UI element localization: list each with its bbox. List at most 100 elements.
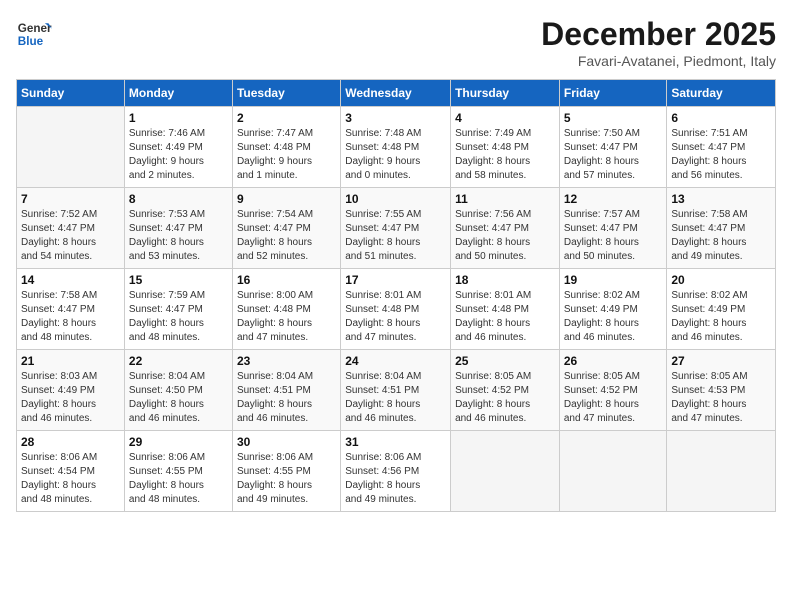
calendar-cell: 21 Sunrise: 8:03 AM Sunset: 4:49 PM Dayli…: [17, 350, 125, 431]
calendar-cell: 14Sunrise: 7:58 AM Sunset: 4:47 PM Dayli…: [17, 269, 125, 350]
day-number: 29: [129, 435, 228, 449]
day-info: Sunrise: 8:02 AM Sunset: 4:49 PM Dayligh…: [671, 289, 771, 345]
day-number: 25: [455, 354, 555, 368]
weekday-header-saturday: Saturday: [667, 80, 776, 107]
calendar-cell: [559, 431, 667, 512]
day-number: 31: [345, 435, 446, 449]
calendar-cell: 19Sunrise: 8:02 AM Sunset: 4:49 PM Dayli…: [559, 269, 667, 350]
calendar-cell: 28 Sunrise: 8:06 AM Sunset: 4:54 PM Dayli…: [17, 431, 125, 512]
calendar-cell: 3 Sunrise: 7:48 AM Sunset: 4:48 PM Daylig…: [341, 107, 451, 188]
day-number: 23: [237, 354, 336, 368]
weekday-header-row: SundayMondayTuesdayWednesdayThursdayFrid…: [17, 80, 776, 107]
calendar-cell: 26Sunrise: 8:05 AM Sunset: 4:52 PM Dayli…: [559, 350, 667, 431]
calendar-cell: 27Sunrise: 8:05 AM Sunset: 4:53 PM Dayli…: [667, 350, 776, 431]
day-number: 9: [237, 192, 336, 206]
calendar-cell: 20 Sunrise: 8:02 AM Sunset: 4:49 PM Dayli…: [667, 269, 776, 350]
day-number: 4: [455, 111, 555, 125]
svg-text:Blue: Blue: [18, 35, 44, 48]
day-number: 1: [129, 111, 228, 125]
calendar-cell: 24Sunrise: 8:04 AM Sunset: 4:51 PM Dayli…: [341, 350, 451, 431]
day-info: Sunrise: 8:06 AM Sunset: 4:54 PM Dayligh…: [21, 451, 120, 507]
calendar-cell: 23Sunrise: 8:04 AM Sunset: 4:51 PM Dayli…: [232, 350, 340, 431]
day-info: Sunrise: 8:01 AM Sunset: 4:48 PM Dayligh…: [345, 289, 446, 345]
day-number: 13: [671, 192, 771, 206]
weekday-header-sunday: Sunday: [17, 80, 125, 107]
weekday-header-wednesday: Wednesday: [341, 80, 451, 107]
calendar-cell: 4Sunrise: 7:49 AM Sunset: 4:48 PM Daylig…: [451, 107, 560, 188]
calendar-cell: [17, 107, 125, 188]
day-info: Sunrise: 8:04 AM Sunset: 4:50 PM Dayligh…: [129, 370, 228, 426]
calendar-cell: 15 Sunrise: 7:59 AM Sunset: 4:47 PM Dayli…: [124, 269, 232, 350]
calendar-cell: 1 Sunrise: 7:46 AM Sunset: 4:49 PM Daylig…: [124, 107, 232, 188]
day-info: Sunrise: 8:00 AM Sunset: 4:48 PM Dayligh…: [237, 289, 336, 345]
calendar-cell: 25 Sunrise: 8:05 AM Sunset: 4:52 PM Dayli…: [451, 350, 560, 431]
week-row-2: 7Sunrise: 7:52 AM Sunset: 4:47 PM Daylig…: [17, 188, 776, 269]
week-row-1: 1 Sunrise: 7:46 AM Sunset: 4:49 PM Daylig…: [17, 107, 776, 188]
day-info: Sunrise: 8:06 AM Sunset: 4:56 PM Dayligh…: [345, 451, 446, 507]
day-number: 10: [345, 192, 446, 206]
logo-icon: General Blue: [16, 16, 52, 52]
calendar-cell: 9Sunrise: 7:54 AM Sunset: 4:47 PM Daylig…: [232, 188, 340, 269]
day-number: 8: [129, 192, 228, 206]
day-info: Sunrise: 7:50 AM Sunset: 4:47 PM Dayligh…: [564, 127, 663, 183]
day-number: 20: [671, 273, 771, 287]
day-number: 17: [345, 273, 446, 287]
calendar-cell: 31 Sunrise: 8:06 AM Sunset: 4:56 PM Dayli…: [341, 431, 451, 512]
day-number: 27: [671, 354, 771, 368]
day-number: 12: [564, 192, 663, 206]
day-number: 21: [21, 354, 120, 368]
day-number: 22: [129, 354, 228, 368]
day-number: 7: [21, 192, 120, 206]
day-number: 2: [237, 111, 336, 125]
day-info: Sunrise: 7:59 AM Sunset: 4:47 PM Dayligh…: [129, 289, 228, 345]
calendar-cell: [667, 431, 776, 512]
calendar-cell: 10 Sunrise: 7:55 AM Sunset: 4:47 PM Dayli…: [341, 188, 451, 269]
week-row-5: 28 Sunrise: 8:06 AM Sunset: 4:54 PM Dayli…: [17, 431, 776, 512]
calendar-cell: 6Sunrise: 7:51 AM Sunset: 4:47 PM Daylig…: [667, 107, 776, 188]
day-info: Sunrise: 7:47 AM Sunset: 4:48 PM Dayligh…: [237, 127, 336, 183]
day-number: 24: [345, 354, 446, 368]
calendar-cell: 5Sunrise: 7:50 AM Sunset: 4:47 PM Daylig…: [559, 107, 667, 188]
day-info: Sunrise: 7:48 AM Sunset: 4:48 PM Dayligh…: [345, 127, 446, 183]
calendar-body: 1 Sunrise: 7:46 AM Sunset: 4:49 PM Daylig…: [17, 107, 776, 512]
day-number: 11: [455, 192, 555, 206]
day-info: Sunrise: 7:57 AM Sunset: 4:47 PM Dayligh…: [564, 208, 663, 264]
calendar-cell: 29Sunrise: 8:06 AM Sunset: 4:55 PM Dayli…: [124, 431, 232, 512]
calendar-cell: [451, 431, 560, 512]
weekday-header-thursday: Thursday: [451, 80, 560, 107]
weekday-header-friday: Friday: [559, 80, 667, 107]
week-row-4: 21 Sunrise: 8:03 AM Sunset: 4:49 PM Dayli…: [17, 350, 776, 431]
day-info: Sunrise: 7:53 AM Sunset: 4:47 PM Dayligh…: [129, 208, 228, 264]
day-number: 16: [237, 273, 336, 287]
weekday-header-tuesday: Tuesday: [232, 80, 340, 107]
month-title: December 2025: [541, 16, 776, 53]
day-info: Sunrise: 7:51 AM Sunset: 4:47 PM Dayligh…: [671, 127, 771, 183]
calendar-cell: 30 Sunrise: 8:06 AM Sunset: 4:55 PM Dayli…: [232, 431, 340, 512]
title-area: December 2025 Favari-Avatanei, Piedmont,…: [541, 16, 776, 69]
day-info: Sunrise: 8:02 AM Sunset: 4:49 PM Dayligh…: [564, 289, 663, 345]
header: General Blue December 2025 Favari-Avatan…: [16, 16, 776, 69]
day-number: 15: [129, 273, 228, 287]
location: Favari-Avatanei, Piedmont, Italy: [541, 53, 776, 69]
day-info: Sunrise: 7:46 AM Sunset: 4:49 PM Dayligh…: [129, 127, 228, 183]
day-info: Sunrise: 7:55 AM Sunset: 4:47 PM Dayligh…: [345, 208, 446, 264]
day-info: Sunrise: 8:06 AM Sunset: 4:55 PM Dayligh…: [237, 451, 336, 507]
calendar-cell: 16 Sunrise: 8:00 AM Sunset: 4:48 PM Dayli…: [232, 269, 340, 350]
calendar-cell: 18 Sunrise: 8:01 AM Sunset: 4:48 PM Dayli…: [451, 269, 560, 350]
calendar-cell: 7Sunrise: 7:52 AM Sunset: 4:47 PM Daylig…: [17, 188, 125, 269]
day-number: 28: [21, 435, 120, 449]
calendar-cell: 2 Sunrise: 7:47 AM Sunset: 4:48 PM Daylig…: [232, 107, 340, 188]
calendar: SundayMondayTuesdayWednesdayThursdayFrid…: [16, 79, 776, 512]
calendar-cell: 11Sunrise: 7:56 AM Sunset: 4:47 PM Dayli…: [451, 188, 560, 269]
day-number: 3: [345, 111, 446, 125]
week-row-3: 14Sunrise: 7:58 AM Sunset: 4:47 PM Dayli…: [17, 269, 776, 350]
calendar-cell: 22 Sunrise: 8:04 AM Sunset: 4:50 PM Dayli…: [124, 350, 232, 431]
weekday-header-monday: Monday: [124, 80, 232, 107]
day-number: 30: [237, 435, 336, 449]
day-number: 18: [455, 273, 555, 287]
day-info: Sunrise: 8:03 AM Sunset: 4:49 PM Dayligh…: [21, 370, 120, 426]
calendar-cell: 13Sunrise: 7:58 AM Sunset: 4:47 PM Dayli…: [667, 188, 776, 269]
day-info: Sunrise: 8:01 AM Sunset: 4:48 PM Dayligh…: [455, 289, 555, 345]
day-info: Sunrise: 8:05 AM Sunset: 4:52 PM Dayligh…: [455, 370, 555, 426]
calendar-cell: 17 Sunrise: 8:01 AM Sunset: 4:48 PM Dayli…: [341, 269, 451, 350]
